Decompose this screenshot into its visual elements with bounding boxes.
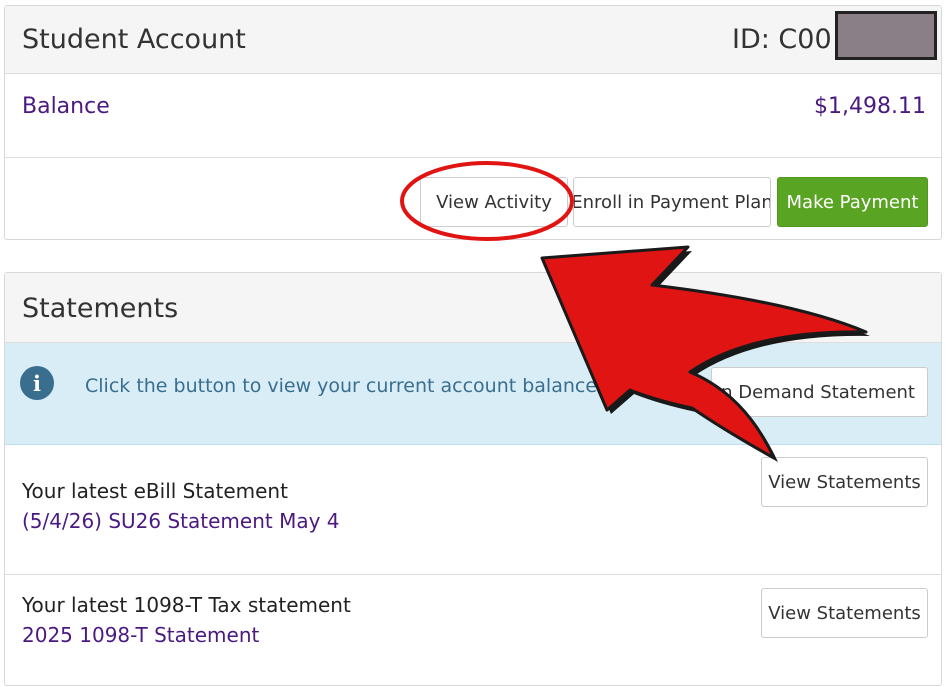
balance-value: $1,498.11 <box>814 94 926 119</box>
student-account-panel: Student Account ID: C00 Balance $1,498.1… <box>4 5 942 240</box>
tax-statement-link[interactable]: 2025 1098-T Statement <box>22 623 259 647</box>
balance-row: Balance $1,498.11 <box>5 74 941 158</box>
ebill-statement-row: Your latest eBill Statement (5/4/26) SU2… <box>5 445 941 575</box>
info-alert: i Click the button to view your current … <box>5 343 941 445</box>
student-account-header: Student Account ID: C00 <box>5 6 941 74</box>
statements-header: Statements <box>5 273 941 343</box>
make-payment-button[interactable]: Make Payment <box>777 177 928 227</box>
view-activity-button[interactable]: View Activity <box>420 177 568 227</box>
enroll-payment-plan-button[interactable]: Enroll in Payment Plan <box>573 177 771 227</box>
view-ebill-statements-button[interactable]: View Statements <box>761 457 928 507</box>
id-redaction-box <box>835 11 937 60</box>
tax-statement-row: Your latest 1098-T Tax statement 2025 10… <box>5 575 941 685</box>
statements-panel: Statements i Click the button to view yo… <box>4 272 942 686</box>
student-id: ID: C00 <box>732 24 832 55</box>
info-alert-text: Click the button to view your current ac… <box>85 375 715 397</box>
view-tax-statements-button[interactable]: View Statements <box>761 588 928 638</box>
account-actions: View Activity Enroll in Payment Plan Mak… <box>5 158 941 240</box>
balance-label: Balance <box>22 94 110 119</box>
student-account-title: Student Account <box>22 24 246 55</box>
ebill-statement-link[interactable]: (5/4/26) SU26 Statement May 4 <box>22 509 340 533</box>
statements-title: Statements <box>22 293 179 324</box>
tax-statement-title: Your latest 1098-T Tax statement <box>22 593 351 617</box>
info-circle-icon: i <box>20 366 54 400</box>
on-demand-statement-button[interactable]: On Demand Statement <box>711 367 928 417</box>
ebill-statement-title: Your latest eBill Statement <box>22 479 288 503</box>
